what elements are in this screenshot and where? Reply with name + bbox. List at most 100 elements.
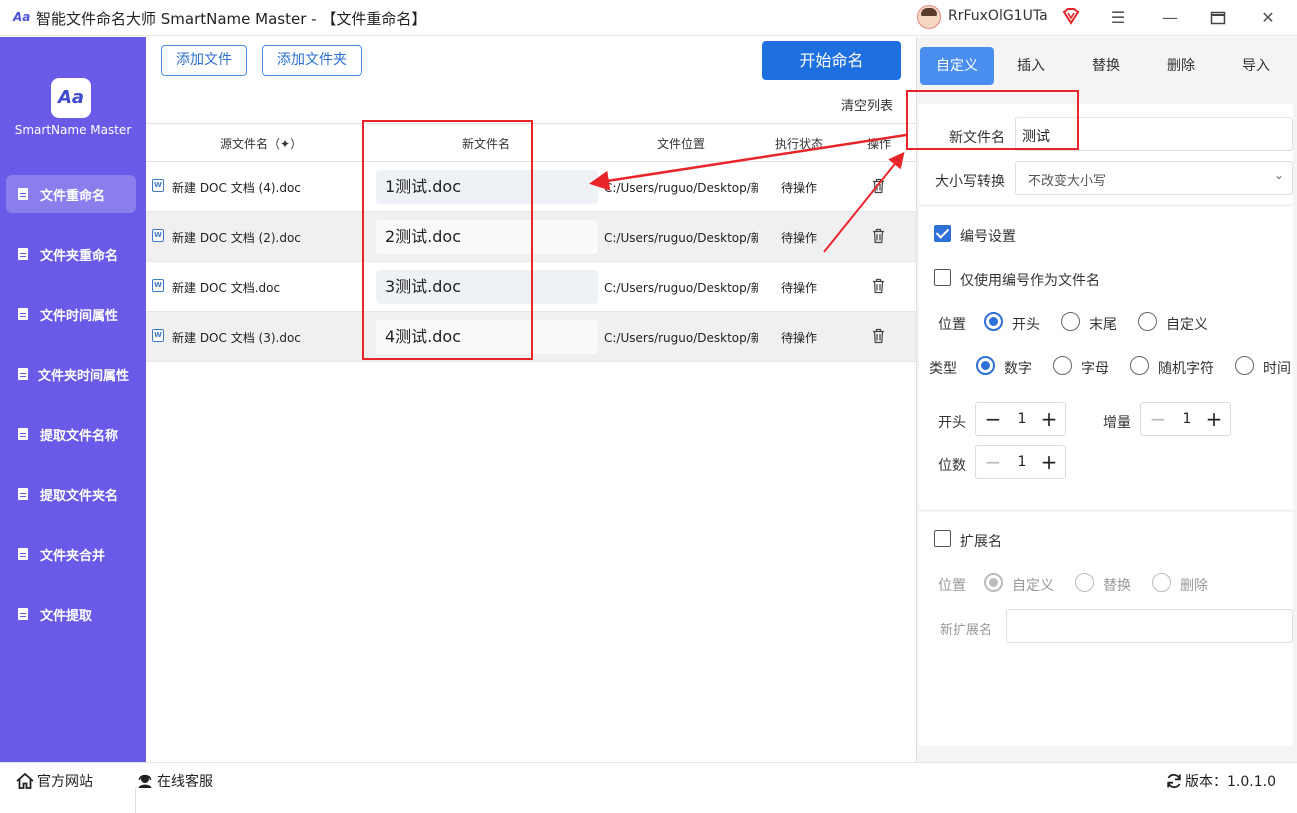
sidebar-item-extract-foldernames[interactable]: 提取文件夹名 (6, 475, 136, 513)
file-location: C:/Users/ruguo/Desktop/新 (604, 281, 758, 295)
start-rename-button[interactable]: 开始命名 (762, 41, 901, 80)
support-link[interactable]: 在线客服 (137, 771, 213, 791)
radio-ext-replace[interactable] (1075, 573, 1094, 592)
tab-import[interactable]: 导入 (1219, 47, 1293, 85)
tab-custom[interactable]: 自定义 (920, 47, 994, 85)
title-bar: Aa 智能文件命名大师 SmartName Master - 【文件重命名】 R… (0, 0, 1297, 36)
stepper-value[interactable]: 1 (1012, 411, 1032, 427)
add-file-button[interactable]: 添加文件 (161, 45, 247, 76)
tab-delete[interactable]: 删除 (1144, 47, 1218, 85)
radio-type-letter[interactable] (1053, 356, 1072, 375)
radio-type-number[interactable] (976, 356, 995, 375)
user-avatar[interactable] (917, 5, 941, 29)
radio-position-custom[interactable] (1138, 312, 1157, 331)
radio-position-end[interactable] (1061, 312, 1080, 331)
numbering-checkbox[interactable] (934, 225, 951, 242)
footer: 官方网站 在线客服 版本：1.0.1.0 (0, 762, 1297, 813)
trash-icon[interactable] (872, 228, 885, 244)
document-icon (18, 548, 28, 560)
trash-icon[interactable] (872, 178, 885, 194)
minimize-icon[interactable]: — (1158, 6, 1182, 30)
minus-icon[interactable]: − (980, 449, 1006, 475)
header-source[interactable]: 源文件名（✦） (220, 135, 302, 152)
sort-icon[interactable]: ✦ (280, 137, 290, 151)
radio-type-time[interactable] (1235, 356, 1254, 375)
increment-stepper[interactable]: − 1 + (1140, 402, 1231, 436)
digits-stepper[interactable]: − 1 + (975, 445, 1066, 479)
radio-position-start[interactable] (984, 312, 1003, 331)
document-icon (18, 368, 28, 380)
chevron-down-icon: ⌄ (1273, 168, 1284, 182)
trash-icon[interactable] (872, 278, 885, 294)
type-label: 类型 (929, 361, 957, 377)
maximize-icon[interactable] (1206, 6, 1230, 30)
word-file-icon: W (152, 229, 164, 242)
header-location: 文件位置 (657, 137, 706, 151)
new-ext-input[interactable] (1006, 609, 1293, 643)
stepper-value[interactable]: 1 (1177, 411, 1197, 427)
minus-icon[interactable]: − (1145, 406, 1171, 432)
file-location: C:/Users/ruguo/Desktop/新 (604, 331, 758, 345)
diamond-badge-icon[interactable] (1061, 6, 1081, 26)
document-icon (18, 608, 28, 620)
tab-insert[interactable]: 插入 (994, 47, 1068, 85)
source-filename: 新建 DOC 文档 (2).doc (172, 231, 301, 245)
radio-ext-custom[interactable] (984, 573, 1003, 592)
sidebar-item-folder-merge[interactable]: 文件夹合并 (6, 535, 136, 573)
sidebar-item-file-time[interactable]: 文件时间属性 (6, 295, 136, 333)
sidebar-item-label: 提取文件夹名 (40, 488, 119, 504)
sidebar-item-folder-rename[interactable]: 文件夹重命名 (6, 235, 136, 273)
sidebar-item-label: 文件夹重命名 (40, 248, 119, 264)
plus-icon[interactable]: + (1036, 449, 1062, 475)
sidebar-item-extract-filenames[interactable]: 提取文件名称 (6, 415, 136, 453)
source-filename: 新建 DOC 文档 (3).doc (172, 331, 301, 345)
username[interactable]: RrFuxOlG1UTa (948, 8, 1048, 24)
digits-label: 位数 (938, 458, 966, 474)
radio-type-random[interactable] (1130, 356, 1149, 375)
case-select[interactable]: 不改变大小写 ⌄ (1015, 161, 1293, 195)
radio-label: 末尾 (1089, 317, 1117, 333)
only-number-checkbox[interactable] (934, 269, 951, 286)
sidebar-item-file-rename[interactable]: 文件重命名 (6, 175, 136, 213)
home-icon (16, 773, 34, 789)
version-info[interactable]: 版本：1.0.1.0 (1166, 771, 1276, 791)
radio-label: 删除 (1180, 578, 1208, 594)
close-icon[interactable]: ✕ (1256, 6, 1280, 30)
sidebar-item-label: 文件重命名 (40, 188, 106, 204)
trash-icon[interactable] (872, 328, 885, 344)
new-ext-label: 新扩展名 (940, 623, 993, 638)
divider (135, 789, 136, 813)
word-file-icon: W (152, 329, 164, 342)
headset-icon (138, 774, 152, 788)
tab-replace[interactable]: 替换 (1069, 47, 1143, 85)
radio-label: 自定义 (1012, 578, 1054, 594)
plus-icon[interactable]: + (1036, 406, 1062, 432)
numbering-label: 编号设置 (960, 229, 1016, 245)
radio-label: 开头 (1012, 317, 1040, 333)
add-folder-button[interactable]: 添加文件夹 (262, 45, 362, 76)
minus-icon[interactable]: − (980, 406, 1006, 432)
radio-ext-delete[interactable] (1152, 573, 1171, 592)
brand-name: SmartName Master (14, 123, 132, 137)
clear-list-link[interactable]: 清空列表 (841, 95, 893, 114)
window-title: 智能文件命名大师 SmartName Master - 【文件重命名】 (36, 10, 427, 28)
sidebar-item-label: 文件时间属性 (40, 308, 119, 324)
status-text: 待操作 (781, 331, 818, 345)
plus-icon[interactable]: + (1201, 406, 1227, 432)
only-number-label: 仅使用编号作为文件名 (960, 273, 1100, 289)
start-stepper[interactable]: − 1 + (975, 402, 1066, 436)
case-label: 大小写转换 (935, 174, 1005, 190)
sidebar-item-file-extract[interactable]: 文件提取 (6, 595, 136, 633)
radio-label: 替换 (1103, 578, 1131, 594)
radio-label: 随机字符 (1158, 361, 1214, 377)
source-filename: 新建 DOC 文档.doc (172, 281, 281, 295)
document-icon (18, 428, 28, 440)
status-text: 待操作 (781, 181, 818, 195)
stepper-value[interactable]: 1 (1012, 454, 1032, 470)
menu-icon[interactable]: ☰ (1106, 6, 1130, 30)
website-link[interactable]: 官方网站 (16, 771, 93, 791)
extension-checkbox[interactable] (934, 530, 951, 547)
sidebar-item-folder-time[interactable]: 文件夹时间属性 (6, 355, 136, 393)
position-label: 位置 (938, 317, 966, 333)
sidebar-item-label: 提取文件名称 (40, 428, 119, 444)
